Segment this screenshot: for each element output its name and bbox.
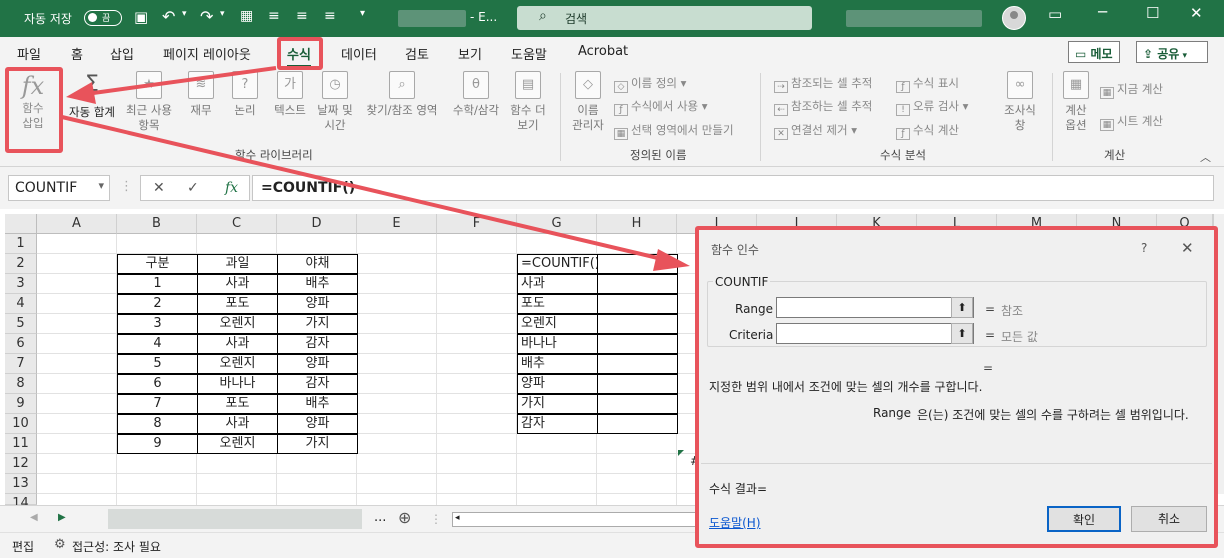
annotation-arrows [61, 66, 690, 271]
arrow-to-dialog [61, 115, 663, 261]
arrow-head-icon [66, 82, 96, 104]
excel-window: 자동 저장 끔 ▣ ↶ ▾ ↷ ▾ ▦ ≡ ≡ ≡ ▾ - E... ⌕ 검색 … [0, 0, 1224, 558]
arrow-head-icon [653, 249, 690, 271]
arrow-to-insert-function [85, 66, 277, 96]
